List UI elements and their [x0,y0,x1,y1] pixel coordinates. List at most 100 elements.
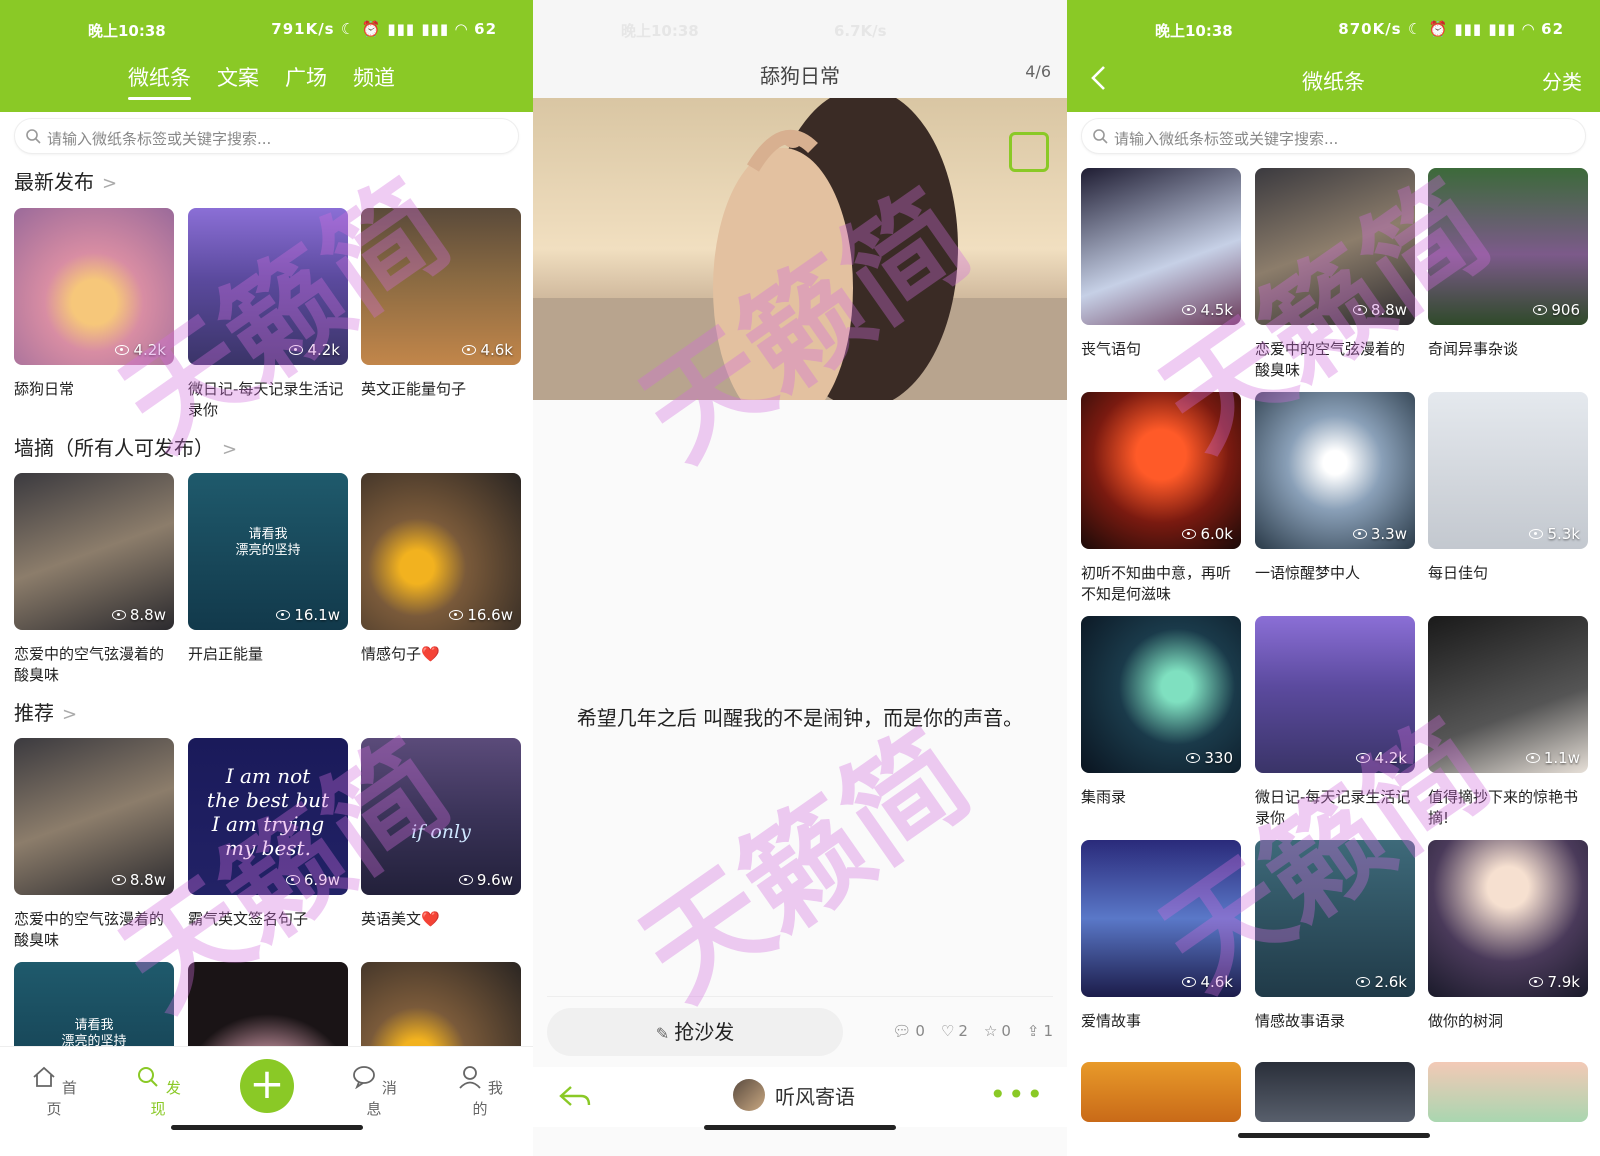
card[interactable]: 8.8w 恋爱中的空气弦漫着的酸臭味 [14,473,174,686]
card[interactable] [1081,1062,1241,1122]
comment-button[interactable]: ✎ 抢沙发 [547,1008,843,1056]
view-count: 1.1w [1525,749,1580,767]
eye-icon [289,345,304,355]
section-title-recommend[interactable]: 推荐 > [14,697,77,726]
status-time: 晚上10:38 [88,22,166,40]
nav-discover[interactable]: 发现 [128,1065,188,1119]
card-caption: 集雨录 [1081,788,1127,806]
category-button[interactable]: 分类 [1542,66,1582,95]
card[interactable]: 906 奇闻异事杂谈 [1428,168,1588,360]
bottom-nav: 首页 发现 + 消息 我的 [0,1046,533,1156]
card-caption: 舔狗日常 [14,380,75,398]
card[interactable]: if only 9.6w 英语美文❤️ [361,738,521,930]
card[interactable]: 4.5k 丧气语句 [1081,168,1241,360]
eye-icon [1529,977,1544,987]
eye-icon [1186,753,1201,763]
tab-guangchang[interactable]: 广场 [285,62,327,98]
view-count: 906 [1533,301,1580,319]
comment-button-label: 抢沙发 [674,1020,735,1044]
eye-icon [276,610,291,620]
card-caption: 奇闻异事杂谈 [1428,340,1519,358]
card[interactable]: 5.3k 每日佳句 [1428,392,1588,584]
status-indicators: 791K/s ☾ ⏰ ▮▮▮ ▮▮▮ ◠ 62 [271,20,497,38]
eye-icon [1533,305,1548,315]
view-count: 7.9k [1529,973,1580,991]
card-thumbnail: 4.2k [188,208,348,365]
card[interactable]: 330 集雨录 [1081,616,1241,808]
eye-icon [1182,305,1197,315]
card[interactable]: 7.9k 做你的树洞 [1428,840,1588,1032]
search-input[interactable]: 请输入微纸条标签或关键字搜索... [14,118,519,154]
card[interactable] [1255,1062,1415,1122]
card[interactable]: 4.6k 英文正能量句子 [361,208,521,400]
page-counter: 4/6 [1025,62,1051,81]
card[interactable]: 请看我 漂亮的坚持 16.1w 开启正能量 [188,473,348,665]
card[interactable]: 8.8w 恋爱中的空气弦漫着的酸臭味 [14,738,174,951]
author-info[interactable]: 听风寄语 [733,1079,855,1111]
comment-count[interactable]: 💬︎ 0 [892,1022,925,1040]
reply-arrow-icon[interactable] [557,1083,591,1109]
nav-messages[interactable]: 消息 [344,1065,404,1119]
more-icon[interactable]: ••• [989,1081,1045,1109]
eye-icon [1525,753,1540,763]
card-caption: 每日佳句 [1428,564,1489,582]
card[interactable]: 4.6k 爱情故事 [1081,840,1241,1032]
card[interactable]: 16.6w 情感句子❤️ [361,473,521,665]
card[interactable]: 4.2k 微日记-每天记录生活记录你 [1255,616,1415,829]
view-count: 6.0k [1182,525,1233,543]
card[interactable]: I am not the best but I am trying my bes… [188,738,348,930]
post-quote: 希望几年之后 叫醒我的不是闹钟，而是你的声音。 [576,706,1024,730]
card[interactable]: 4.2k 舔狗日常 [14,208,174,400]
tab-wenan[interactable]: 文案 [217,62,259,98]
eye-icon [462,345,477,355]
tab-weizhitiao[interactable]: 微纸条 [128,62,191,100]
card[interactable]: 1.1w 值得摘抄下来的惊艳书摘! [1428,616,1588,829]
nav-profile[interactable]: 我的 [450,1065,510,1119]
card[interactable]: 8.8w 恋爱中的空气弦漫着的酸臭味 [1255,168,1415,381]
home-indicator [704,1125,896,1130]
card-caption: 英语美文❤️ [361,910,440,928]
search-input[interactable]: 请输入微纸条标签或关键字搜索... [1081,118,1586,154]
create-button[interactable]: + [240,1059,294,1113]
card[interactable] [1428,1062,1588,1122]
thumbnail-text: 请看我 漂亮的坚持 [235,527,301,558]
like-count[interactable]: ♡ 2 [941,1022,968,1040]
card-caption: 恋爱中的空气弦漫着的酸臭味 [14,910,165,949]
home-indicator [1237,1133,1430,1138]
section-title-wall[interactable]: 墙摘（所有人可发布） > [14,432,237,461]
author-name: 听风寄语 [775,1084,855,1109]
star-count[interactable]: ☆ 0 [984,1022,1011,1040]
share-count[interactable]: ⇪ 1 [1027,1022,1053,1040]
eye-icon [1352,305,1367,315]
view-count: 9.6w [458,871,513,889]
section-title-latest[interactable]: 最新发布 > [14,166,117,195]
search-icon [1093,129,1108,144]
view-count: 4.2k [289,341,340,359]
card-thumbnail [1081,1062,1241,1122]
card-thumbnail: 4.5k [1081,168,1241,325]
card-thumbnail: 4.6k [361,208,521,365]
card[interactable]: 6.0k 初听不知曲中意，再听不知是何滋味 [1081,392,1241,605]
view-count: 8.8w [111,871,166,889]
status-bar: 晚上10:38 870K/s ☾ ⏰ ▮▮▮ ▮▮▮ ◠ 62 [1067,0,1600,60]
eye-icon [1352,529,1367,539]
card-caption: 做你的树洞 [1428,1012,1504,1030]
eye-icon [1182,977,1197,987]
nav-home[interactable]: 首页 [24,1065,84,1119]
edit-icon[interactable] [1009,132,1049,172]
card[interactable]: 2.6k 情感故事语录 [1255,840,1415,1032]
card-caption: 丧气语句 [1081,340,1142,358]
search-placeholder: 请输入微纸条标签或关键字搜索... [47,130,272,148]
card-thumbnail: 4.2k [1255,616,1415,773]
chat-icon [353,1066,375,1090]
tab-pindao[interactable]: 频道 [353,62,395,98]
card-caption: 微日记-每天记录生活记录你 [1255,788,1411,827]
card[interactable]: 4.2k 微日记-每天记录生活记录你 [188,208,348,421]
top-tabs: 微纸条 文案 广场 频道 [128,62,395,100]
user-icon [459,1066,481,1089]
eye-icon [111,610,126,620]
search-placeholder: 请输入微纸条标签或关键字搜索... [1114,130,1339,148]
heart-icon: ♡ [940,1022,955,1040]
card[interactable]: 3.3w 一语惊醒梦中人 [1255,392,1415,584]
page-title: 微纸条 [1302,70,1365,94]
